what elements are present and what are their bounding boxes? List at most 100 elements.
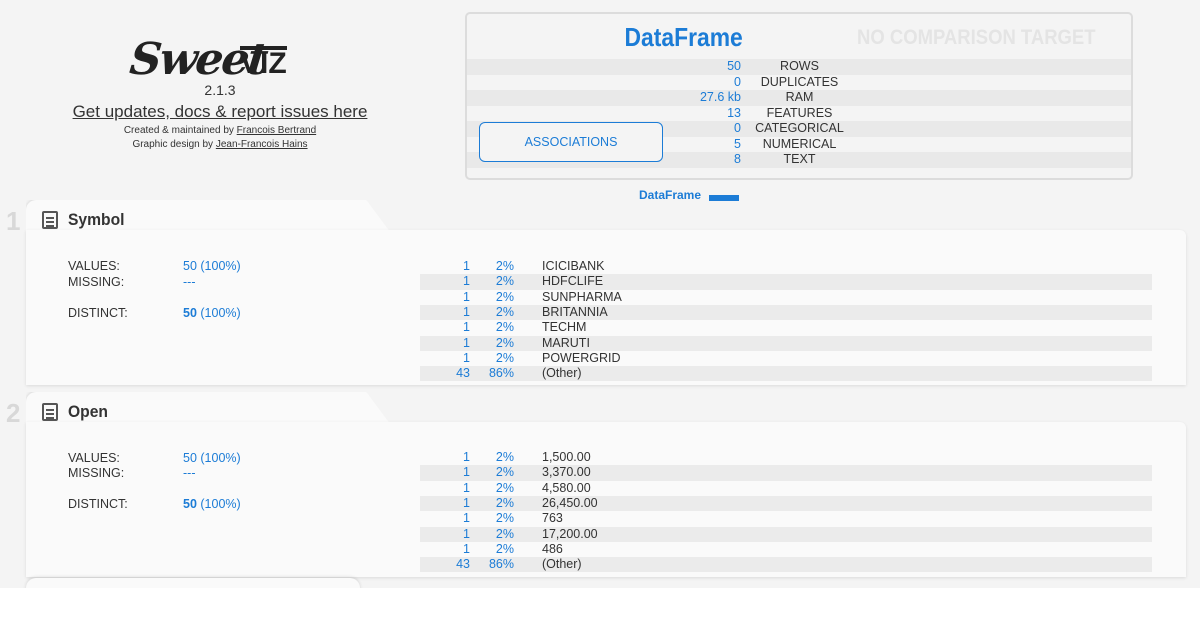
stat-label: ROWS <box>780 59 819 73</box>
frequency-percent: 86% <box>488 366 514 381</box>
missing-label: MISSING: <box>68 275 125 289</box>
frequency-row: 1 2% MARUTI <box>420 335 1152 351</box>
stat-value: 0 <box>734 121 741 135</box>
frequency-value: MARUTI <box>542 335 590 350</box>
frequency-count: 1 <box>463 465 470 480</box>
missing-value: --- <box>183 275 196 289</box>
frequency-count: 1 <box>463 526 470 541</box>
frequency-value: 26,450.00 <box>542 495 598 510</box>
feature-number: 1 <box>6 206 21 236</box>
updates-link[interactable]: Get updates, docs & report issues here <box>0 102 440 122</box>
logo-suffix-text: VIZ <box>240 46 287 80</box>
frequency-count: 1 <box>463 541 470 556</box>
feature-card-open: 2 Open VALUES: 50 (100%) MISSING: --- DI… <box>0 392 1200 577</box>
stat-label: NUMERICAL <box>762 136 837 151</box>
frequency-percent: 2% <box>495 274 514 289</box>
stat-value: 50 <box>727 59 741 73</box>
values-label: VALUES: <box>68 259 120 273</box>
frequency-percent: 2% <box>495 320 514 335</box>
frequency-row: 1 2% 4,580.00 <box>420 481 1152 496</box>
distinct-pct: (100%) <box>200 306 241 320</box>
design-by-line: Graphic design by Jean-Francois Hains <box>0 139 440 150</box>
frequency-count: 1 <box>463 274 470 289</box>
frequency-value: HDFCLIFE <box>542 274 604 289</box>
frequency-row: 1 2% 17,200.00 <box>420 526 1152 542</box>
missing-label: MISSING: <box>68 466 125 480</box>
frequency-value: 4,580.00 <box>542 480 591 495</box>
frequency-row: 1 2% 26,450.00 <box>420 495 1152 512</box>
summary-stat-row: 27.6 kb RAM <box>467 90 1131 106</box>
frequency-row: 1 2% 1,500.00 <box>420 450 1152 465</box>
frequency-percent: 2% <box>495 335 514 350</box>
frequency-count: 1 <box>463 335 470 350</box>
frequency-percent: 2% <box>495 541 514 556</box>
frequency-percent: 2% <box>495 304 514 319</box>
dataframe-title: DataFrame <box>624 22 743 52</box>
stat-label: FEATURES <box>766 105 833 120</box>
distinct-count: 50 <box>183 306 197 320</box>
values-label: VALUES: <box>68 451 120 465</box>
frequency-percent: 2% <box>495 450 514 464</box>
frequency-percent: 2% <box>495 480 514 495</box>
frequency-value: ICICIBANK <box>542 259 605 273</box>
frequency-count: 1 <box>463 480 470 495</box>
frequency-count: 1 <box>463 495 470 510</box>
frequency-value: 763 <box>542 511 563 526</box>
distinct-pct: (100%) <box>200 497 241 511</box>
frequency-percent: 2% <box>495 259 514 273</box>
distinct-count: 50 <box>183 497 197 511</box>
frequency-count: 1 <box>463 450 470 464</box>
stat-value: 13 <box>727 105 741 120</box>
feature-name: Symbol <box>68 210 125 229</box>
frequency-percent: 2% <box>495 511 514 526</box>
associations-button[interactable]: ASSOCIATIONS <box>479 122 663 162</box>
frequency-count: 1 <box>463 320 470 335</box>
frequency-percent: 2% <box>495 495 514 510</box>
frequency-row: 43 86% (Other) <box>420 366 1152 382</box>
frequency-percent: 2% <box>495 350 514 365</box>
frequency-value: POWERGRID <box>542 350 621 365</box>
frequency-count: 1 <box>463 289 470 304</box>
version-label: 2.1.3 <box>204 82 236 98</box>
frequency-row: 1 2% 3,370.00 <box>420 465 1152 481</box>
frequency-percent: 2% <box>495 526 514 541</box>
design-by-prefix: Graphic design by <box>132 139 216 150</box>
designer-link[interactable]: Jean-Francois Hains <box>216 139 308 150</box>
frequency-count: 1 <box>463 304 470 319</box>
frequency-row: 1 2% POWERGRID <box>420 351 1152 366</box>
frequency-value: SUNPHARMA <box>542 289 622 304</box>
distinct-value: 50 (100%) <box>183 497 241 511</box>
author-link[interactable]: Francois Bertrand <box>237 125 316 136</box>
document-icon <box>42 403 58 421</box>
frequency-percent: 2% <box>495 465 514 480</box>
values-value: 50 (100%) <box>183 451 241 465</box>
stat-label: TEXT <box>783 152 816 166</box>
feature-name: Open <box>68 402 108 421</box>
frequency-row: 1 2% BRITANNIA <box>420 304 1152 321</box>
missing-value: --- <box>183 466 196 480</box>
frequency-row: 1 2% 486 <box>420 542 1152 557</box>
summary-stat-row: 0 DUPLICATES <box>467 75 1131 91</box>
stat-value: 5 <box>734 136 741 151</box>
frequency-value: (Other) <box>542 366 582 381</box>
frequency-row: 43 86% (Other) <box>420 557 1152 573</box>
stat-value: 27.6 kb <box>699 90 741 104</box>
feature-number: 2 <box>6 398 21 428</box>
next-feature-tab[interactable] <box>26 578 360 588</box>
stat-label: DUPLICATES <box>760 74 839 89</box>
stat-label: RAM <box>785 90 814 104</box>
frequency-percent: 86% <box>488 557 514 572</box>
stat-value: 8 <box>734 152 741 166</box>
frequency-count: 43 <box>456 557 470 572</box>
frequency-row: 1 2% TECHM <box>420 320 1152 335</box>
frequency-value: TECHM <box>542 320 587 335</box>
frequency-count: 1 <box>463 511 470 526</box>
no-comparison-label: NO COMPARISON TARGET <box>857 26 1096 49</box>
distinct-label: DISTINCT: <box>68 497 128 511</box>
frequency-value: (Other) <box>542 557 582 572</box>
stat-value: 0 <box>734 74 741 89</box>
frequency-percent: 2% <box>495 289 514 304</box>
dataframe-summary-panel: DataFrame NO COMPARISON TARGET 50 ROWS 0 DU… <box>465 12 1133 180</box>
frequency-count: 1 <box>463 259 470 273</box>
frequency-value: 3,370.00 <box>542 465 591 480</box>
